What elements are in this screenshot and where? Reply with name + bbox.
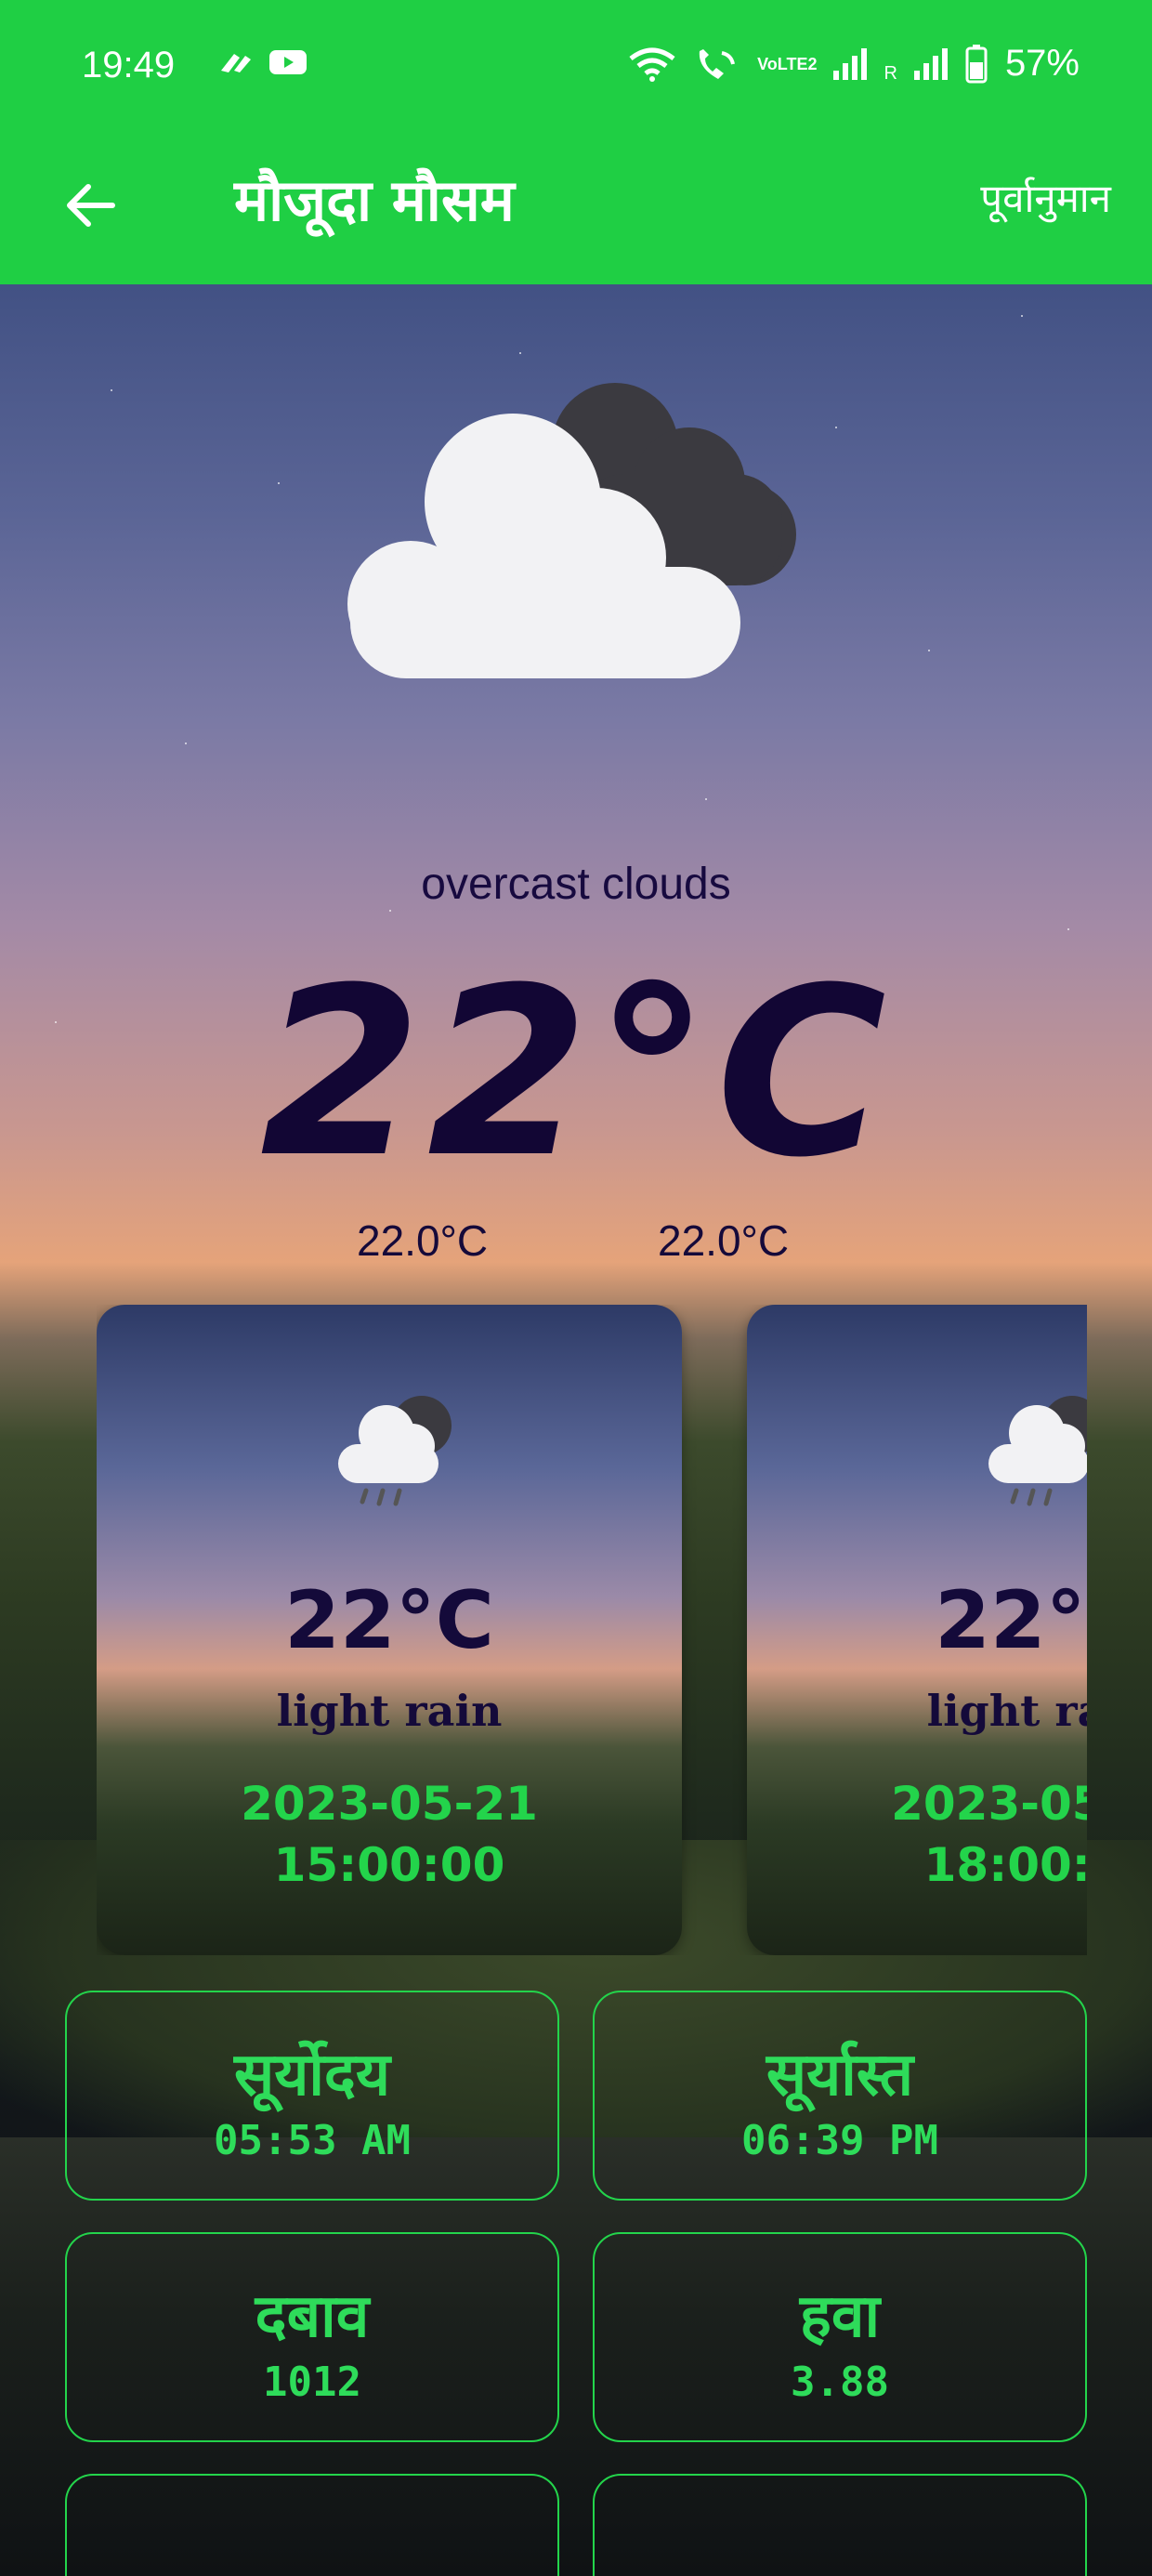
battery-icon — [965, 44, 988, 83]
sunset-value: 06:39 PM — [741, 2117, 938, 2164]
forecast-carousel[interactable]: 22°C light rain 2023-05-21 15:00:00 22°C… — [97, 1305, 1087, 1955]
top-bar: 19:49 VoLTE2 R 57% मौजूदा मौसम पूर्वानुम… — [0, 0, 1152, 284]
sunset-label: सूर्यास्त — [766, 2041, 914, 2109]
forecast-description: light rain — [926, 1686, 1087, 1736]
app-bar: मौजूदा मौसम पूर्वानुमान — [0, 139, 1152, 284]
sunrise-value: 05:53 AM — [214, 2117, 411, 2164]
sunrise-label: सूर्योदय — [233, 2041, 391, 2109]
pressure-label: दबाव — [255, 2282, 370, 2351]
wifi-icon — [629, 47, 675, 82]
status-time: 19:49 — [82, 45, 176, 85]
volte-label: VoLTE2 — [757, 54, 818, 73]
wind-value: 3.88 — [791, 2359, 889, 2406]
page-title: मौजूदा मौसम — [234, 166, 515, 234]
current-temperature: 22°C — [259, 938, 893, 1208]
pressure-value: 1012 — [263, 2359, 361, 2406]
partial-tile — [65, 2474, 559, 2576]
forecast-card[interactable]: 22°C light rain 2023-05-21 15:00:00 — [97, 1305, 682, 1955]
wind-label: हवा — [799, 2282, 881, 2351]
forecast-time: 18:00:00 — [923, 1838, 1087, 1892]
back-arrow-icon — [67, 184, 115, 227]
battery-percent: 57% — [1004, 43, 1080, 84]
min-temperature: 22.0°C — [357, 1216, 489, 1265]
pressure-tile: दबाव 1012 — [65, 2232, 559, 2442]
status-right-group: VoLTE2 R 57% — [627, 43, 1080, 85]
forecast-button[interactable]: पूर्वानुमान — [980, 171, 1111, 224]
sunset-tile: सूर्यास्त 06:39 PM — [593, 1991, 1087, 2201]
cloud-rain-icon — [988, 1396, 1087, 1506]
back-button[interactable] — [58, 173, 123, 238]
forecast-date: 2023-05-21 — [891, 1777, 1087, 1831]
forecast-date: 2023-05-21 — [241, 1777, 538, 1831]
wind-tile: हवा 3.88 — [593, 2232, 1087, 2442]
max-temperature: 22.0°C — [658, 1216, 790, 1265]
forecast-description: light rain — [276, 1686, 503, 1736]
cloud-night-icon — [347, 383, 796, 678]
partial-tile — [593, 2474, 1087, 2576]
status-bar: 19:49 VoLTE2 R 57% — [0, 0, 1152, 139]
forecast-card[interactable]: 22°C light rain 2023-05-21 18:00:00 — [747, 1305, 1087, 1955]
weather-description: overcast clouds — [421, 860, 731, 909]
youtube-icon — [269, 50, 307, 74]
roaming-label: R — [884, 63, 897, 84]
forecast-temperature: 22°C — [935, 1574, 1087, 1667]
sunrise-tile: सूर्योदय 05:53 AM — [65, 1991, 559, 2201]
signal-icon-2 — [913, 47, 948, 80]
wifi-calling-icon — [699, 48, 736, 79]
cloud-rain-icon — [338, 1396, 452, 1506]
forecast-temperature: 22°C — [284, 1574, 494, 1667]
signal-icon — [833, 47, 868, 80]
app-notification-icon — [221, 54, 251, 72]
forecast-time: 15:00:00 — [273, 1838, 505, 1892]
